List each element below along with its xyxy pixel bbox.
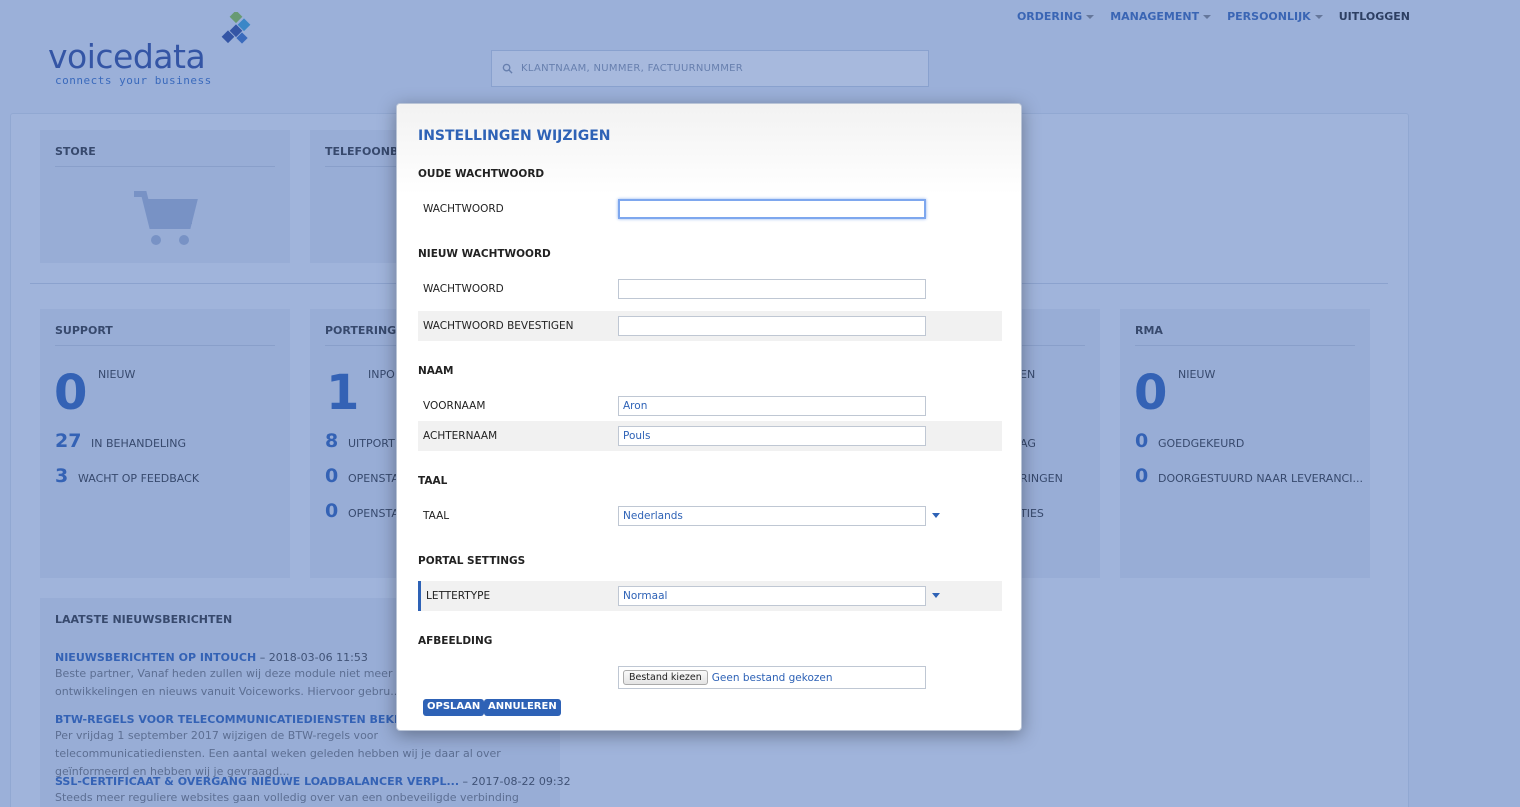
- row-font: LETTERTYPE Normaal: [418, 581, 1002, 611]
- lastname-label: ACHTERNAAM: [423, 430, 498, 442]
- lastname-field[interactable]: Pouls: [618, 426, 926, 446]
- confirm-password-field[interactable]: [618, 316, 926, 336]
- confirm-password-label: WACHTWOORD BEVESTIGEN: [423, 320, 574, 332]
- row-lastname: ACHTERNAAM Pouls: [418, 421, 1002, 451]
- chevron-down-icon[interactable]: [932, 593, 940, 598]
- settings-modal: INSTELLINGEN WIJZIGEN OUDE WACHTWOORD WA…: [396, 103, 1022, 731]
- row-new-password: WACHTWOORD: [418, 274, 1002, 304]
- section-language: TAAL: [418, 475, 448, 487]
- section-name: NAAM: [418, 365, 454, 377]
- modal-header: [397, 104, 1021, 194]
- language-select[interactable]: Nederlands: [618, 506, 926, 526]
- save-button[interactable]: OPSLAAN: [423, 699, 485, 716]
- choose-file-button[interactable]: Bestand kiezen: [623, 670, 708, 685]
- language-label: TAAL: [423, 510, 450, 522]
- row-confirm-password: WACHTWOORD BEVESTIGEN: [418, 311, 1002, 341]
- old-password-field[interactable]: [618, 199, 926, 219]
- chevron-down-icon[interactable]: [932, 513, 940, 518]
- modal-title: INSTELLINGEN WIJZIGEN: [418, 128, 611, 144]
- new-password-label: WACHTWOORD: [423, 283, 504, 295]
- section-old-password: OUDE WACHTWOORD: [418, 168, 545, 180]
- row-firstname: VOORNAAM Aron: [418, 391, 1002, 421]
- firstname-label: VOORNAAM: [423, 400, 486, 412]
- firstname-field[interactable]: Aron: [618, 396, 926, 416]
- cancel-button[interactable]: ANNULEREN: [484, 699, 561, 716]
- section-portal-settings: PORTAL SETTINGS: [418, 555, 526, 567]
- row-language: TAAL Nederlands: [418, 501, 1002, 531]
- new-password-field[interactable]: [618, 279, 926, 299]
- file-input[interactable]: Bestand kiezen Geen bestand gekozen: [618, 666, 926, 689]
- file-status: Geen bestand gekozen: [711, 671, 833, 684]
- font-label: LETTERTYPE: [426, 590, 491, 602]
- font-select[interactable]: Normaal: [618, 586, 926, 606]
- section-image: AFBEELDING: [418, 635, 493, 647]
- section-new-password: NIEUW WACHTWOORD: [418, 248, 551, 260]
- old-password-label: WACHTWOORD: [423, 203, 504, 215]
- row-old-password: WACHTWOORD: [418, 194, 1002, 224]
